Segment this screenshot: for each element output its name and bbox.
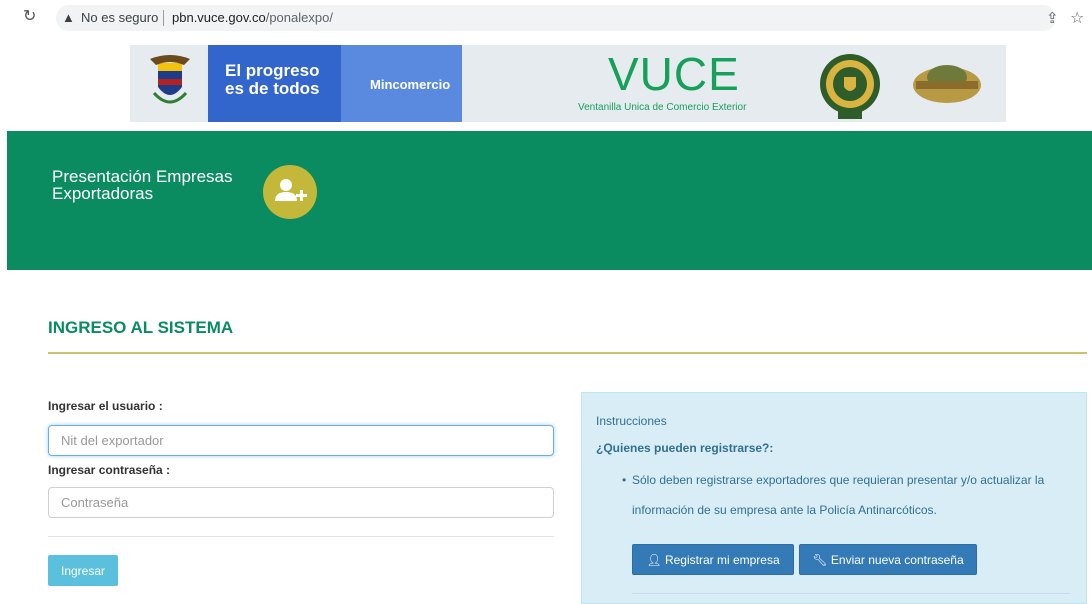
share-icon[interactable]: ⇪ <box>1046 9 1059 27</box>
progress-text-line1: El progreso <box>225 61 320 80</box>
page-title: Presentación Empresas Exportadoras <box>52 167 233 203</box>
instructions-heading: Instrucciones <box>596 414 667 428</box>
vuce-logo-title: VUCE <box>608 48 740 100</box>
bookmark-star-icon[interactable]: ☆ <box>1070 8 1084 28</box>
user-input[interactable] <box>48 425 554 456</box>
vuce-subtitle: Ventanilla Unica de Comercio Exterior <box>578 102 747 113</box>
instructions-item: Sólo deben registrarse exportadores que … <box>632 473 1045 517</box>
form-divider <box>48 536 554 537</box>
reload-icon[interactable]: ↻ <box>23 9 39 25</box>
section-divider <box>48 352 1087 354</box>
security-label[interactable]: No es seguro <box>81 10 158 26</box>
password-label: Ingresar contraseña : <box>48 463 171 477</box>
section-title: INGRESO AL SISTEMA <box>48 318 234 337</box>
instructions-panel: Instrucciones ¿Quienes pueden registrars… <box>581 392 1087 604</box>
page-header: Presentación Empresas Exportadoras <box>7 131 1092 270</box>
send-new-password-button[interactable]: 🔧︎ Enviar nueva contraseña <box>799 544 977 575</box>
mincomercio-block: Mincomercio <box>341 45 462 122</box>
progress-logo-block: El progreso es de todos <box>208 45 341 122</box>
url-text[interactable]: pbn.vuce.gov.co/ponalexpo/ <box>172 10 333 26</box>
register-company-button[interactable]: 👤︎ Registrar mi empresa <box>632 544 794 575</box>
antinarcoticos-logo <box>913 65 981 103</box>
user-label: Ingresar el usuario : <box>48 399 163 413</box>
user-icon: 👤︎ <box>646 552 662 567</box>
mincomercio-label: Mincomercio <box>370 77 451 92</box>
add-user-icon <box>263 165 317 219</box>
gov-banner: El progreso es de todos Mincomercio VUCE… <box>130 45 1006 122</box>
wrench-icon: 🔧︎ <box>812 552 828 567</box>
browser-toolbar: ↻ ▲ No es seguro pbn.vuce.gov.co/ponalex… <box>0 0 1092 36</box>
panel-divider <box>632 593 1070 594</box>
police-seal-logo <box>820 54 880 119</box>
address-separator <box>163 10 164 26</box>
list-bullet: • <box>622 473 627 487</box>
password-input[interactable] <box>48 487 554 518</box>
warning-icon[interactable]: ▲ <box>62 10 75 26</box>
progress-text-line2: es de todos <box>225 79 320 98</box>
login-button[interactable]: Ingresar <box>48 555 118 586</box>
colombia-coat-of-arms-logo <box>150 55 190 104</box>
instructions-question: ¿Quienes pueden registrarse?: <box>596 441 774 455</box>
